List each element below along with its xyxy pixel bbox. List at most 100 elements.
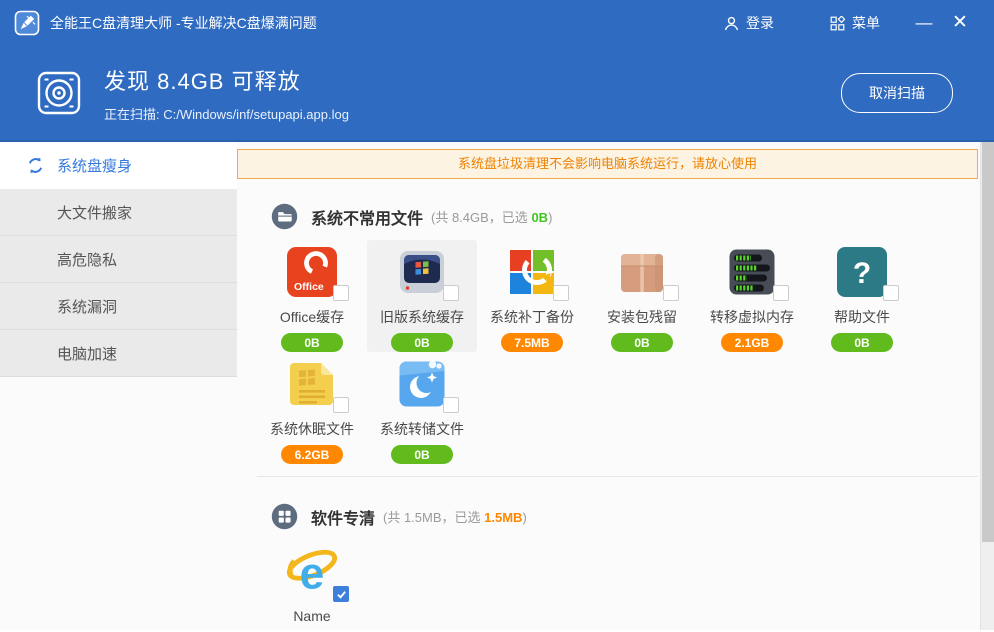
legacy-system-cache-checkbox[interactable] xyxy=(443,285,459,301)
installer-leftover-checkbox[interactable] xyxy=(663,285,679,301)
file-item-grid: Office Office缓存 0B xyxy=(257,240,937,464)
sidebar-item-label: 大文件搬家 xyxy=(57,202,132,223)
minimize-button[interactable]: — xyxy=(906,0,942,46)
file-item-hibernate-file[interactable]: 系统休眠文件 6.2GB xyxy=(257,352,367,464)
ie-browser-icon: e xyxy=(285,545,339,599)
sidebar-item-system-slim[interactable]: 系统盘瘦身 xyxy=(0,142,237,189)
section-title: 系统不常用文件 xyxy=(311,205,423,229)
found-space-title: 发现 8.4GB 可释放 xyxy=(104,64,349,96)
notice-banner: 系统盘垃圾清理不会影响电脑系统运行，请放心使用 xyxy=(237,149,978,179)
sidebar-item-system-vulnerability[interactable]: 系统漏洞 xyxy=(0,283,237,330)
sidebar: 系统盘瘦身 大文件搬家 高危隐私 系统漏洞 电脑加速 xyxy=(0,142,237,630)
cancel-scan-button[interactable]: 取消扫描 xyxy=(841,73,953,113)
memory-icon xyxy=(727,247,777,297)
software-item-grid: e Name 1.5MB xyxy=(257,540,937,630)
login-button[interactable]: 登录 xyxy=(724,13,774,33)
app-logo-icon xyxy=(14,10,40,36)
app-title: 全能王C盘清理大师 -专业解决C盘爆满问题 xyxy=(50,13,317,33)
close-button[interactable]: ✕ xyxy=(942,0,978,46)
file-item-label: 系统补丁备份 xyxy=(490,307,574,327)
file-item-office-cache[interactable]: Office Office缓存 0B xyxy=(257,240,367,352)
content-panel: 系统盘垃圾清理不会影响电脑系统运行，请放心使用 系统不常用文件 (共 8.4GB… xyxy=(237,142,994,630)
file-item-size-badge: 6.2GB xyxy=(281,445,343,464)
file-item-label: 旧版系统缓存 xyxy=(380,307,464,327)
sidebar-item-label: 高危隐私 xyxy=(57,249,117,270)
main-body: 系统盘瘦身 大文件搬家 高危隐私 系统漏洞 电脑加速 系统盘垃圾清理不会影响电脑… xyxy=(0,142,994,630)
login-label: 登录 xyxy=(746,13,774,33)
section-divider xyxy=(257,476,978,477)
selected-size-value: 0B xyxy=(531,210,548,225)
dump-file-icon xyxy=(397,359,447,409)
sidebar-item-pc-speedup[interactable]: 电脑加速 xyxy=(0,330,237,377)
hibernate-file-icon xyxy=(287,359,337,409)
hibernate-file-checkbox[interactable] xyxy=(333,397,349,413)
dump-file-checkbox[interactable] xyxy=(443,397,459,413)
file-item-label: 系统转储文件 xyxy=(380,419,464,439)
file-item-patch-backup[interactable]: 系统补丁备份 7.5MB xyxy=(477,240,587,352)
folder-section-icon xyxy=(271,203,298,230)
file-item-size-badge: 7.5MB xyxy=(501,333,563,352)
installer-box-icon xyxy=(617,247,667,297)
file-item-virtual-memory[interactable]: 转移虚拟内存 2.1GB xyxy=(697,240,807,352)
icon-box xyxy=(285,357,339,412)
sidebar-item-label: 电脑加速 xyxy=(57,343,117,364)
svg-text:Office: Office xyxy=(294,281,324,293)
file-item-size-badge: 0B xyxy=(391,333,453,352)
file-item-size-badge: 0B xyxy=(611,333,673,352)
file-item-label: 系统休眠文件 xyxy=(270,419,354,439)
sidebar-item-label: 系统漏洞 xyxy=(57,296,117,317)
office-cache-checkbox[interactable] xyxy=(333,285,349,301)
icon-box: ? xyxy=(835,245,889,300)
section-header-unused-files: 系统不常用文件 (共 8.4GB，已选 0B) xyxy=(271,203,994,230)
scanning-path: 正在扫描: C:/Windows/inf/setupapi.app.log xyxy=(104,104,349,123)
scrollbar[interactable] xyxy=(980,142,994,630)
menu-button[interactable]: 菜单 xyxy=(830,13,880,33)
file-item-dump-file[interactable]: 系统转储文件 0B xyxy=(367,352,477,464)
virtual-memory-checkbox[interactable] xyxy=(773,285,789,301)
file-item-label: 安装包残留 xyxy=(607,307,677,327)
file-item-installer-leftover[interactable]: 安装包残留 0B xyxy=(587,240,697,352)
section-title: 软件专清 xyxy=(311,505,375,529)
patch-backup-icon xyxy=(507,247,557,297)
svg-text:e: e xyxy=(300,549,325,598)
file-item-size-badge: 0B xyxy=(281,333,343,352)
sidebar-item-privacy-risk[interactable]: 高危隐私 xyxy=(0,236,237,283)
section-meta: (共 1.5MB，已选 1.5MB) xyxy=(383,507,527,526)
help-icon: ? xyxy=(837,247,887,297)
disk-drive-icon xyxy=(36,70,82,116)
file-item-label: Office缓存 xyxy=(280,307,344,327)
file-item-size-badge: 0B xyxy=(831,333,893,352)
file-item-label: 帮助文件 xyxy=(834,307,890,327)
legacy-system-icon xyxy=(397,247,447,297)
titlebar: 全能王C盘清理大师 -专业解决C盘爆满问题 登录 菜单 — ✕ xyxy=(0,0,994,46)
icon-box xyxy=(395,245,449,300)
file-item-legacy-system-cache[interactable]: 旧版系统缓存 0B xyxy=(367,240,477,352)
icon-box xyxy=(505,245,559,300)
file-item-help-files[interactable]: ? 帮助文件 0B xyxy=(807,240,917,352)
file-item-label: Name xyxy=(293,608,330,624)
scrollbar-thumb[interactable] xyxy=(982,142,994,542)
office-icon: Office xyxy=(287,247,337,297)
sidebar-item-label: 系统盘瘦身 xyxy=(57,155,132,176)
icon-box xyxy=(395,357,449,412)
help-files-checkbox[interactable] xyxy=(883,285,899,301)
apps-section-icon xyxy=(271,503,298,530)
ie-software-checkbox[interactable] xyxy=(333,586,349,602)
section-meta: (共 8.4GB，已选 0B) xyxy=(431,207,552,226)
header-text: 发现 8.4GB 可释放 正在扫描: C:/Windows/inf/setupa… xyxy=(104,64,349,123)
scan-header: 发现 8.4GB 可释放 正在扫描: C:/Windows/inf/setupa… xyxy=(0,46,994,142)
icon-box xyxy=(615,245,669,300)
file-item-ie-software[interactable]: e Name 1.5MB xyxy=(257,540,367,630)
icon-box xyxy=(725,245,779,300)
app-window: 全能王C盘清理大师 -专业解决C盘爆满问题 登录 菜单 — ✕ xyxy=(0,0,994,632)
patch-backup-checkbox[interactable] xyxy=(553,285,569,301)
grid-menu-icon xyxy=(830,16,845,31)
user-icon xyxy=(724,16,739,31)
check-icon xyxy=(336,589,347,600)
icon-box: Office xyxy=(285,245,339,300)
section-header-software-clean: 软件专清 (共 1.5MB，已选 1.5MB) xyxy=(271,503,994,530)
sidebar-item-big-file-move[interactable]: 大文件搬家 xyxy=(0,189,237,236)
selected-size-value: 1.5MB xyxy=(484,510,522,525)
icon-box: e xyxy=(285,545,339,601)
file-item-label: 转移虚拟内存 xyxy=(710,307,794,327)
